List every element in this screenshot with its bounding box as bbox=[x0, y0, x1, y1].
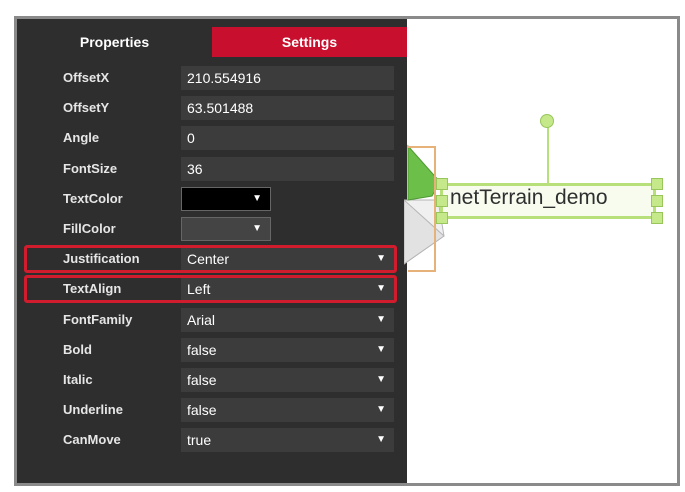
caret-down-icon: ▼ bbox=[376, 283, 386, 295]
property-row-textcolor: TextColor ▼ bbox=[17, 184, 407, 214]
property-row-justification: Justification Center ▼ bbox=[17, 244, 407, 274]
resize-handle-top-left[interactable] bbox=[436, 178, 448, 190]
caret-down-icon: ▼ bbox=[376, 343, 386, 355]
property-row-textalign: TextAlign Left ▼ bbox=[17, 274, 407, 304]
fillcolor-picker[interactable]: ▼ bbox=[181, 217, 271, 241]
property-row-offsety: OffsetY 63.501488 bbox=[17, 93, 407, 123]
property-label: FontSize bbox=[63, 160, 118, 176]
tab-properties[interactable]: Properties bbox=[17, 27, 212, 57]
property-label: FontFamily bbox=[63, 311, 133, 327]
icon-selection-box bbox=[408, 146, 436, 272]
property-value: true bbox=[187, 432, 212, 449]
property-value: 0 bbox=[187, 130, 195, 147]
property-label: OffsetY bbox=[63, 100, 110, 116]
property-row-fillcolor: FillColor ▼ bbox=[17, 214, 407, 244]
app-frame: Properties Settings OffsetX 210.554916 Off… bbox=[14, 16, 680, 486]
node-label-text[interactable]: netTerrain_demo bbox=[450, 186, 608, 210]
property-value: 210.554916 bbox=[187, 70, 261, 86]
fontfamily-select[interactable]: Arial ▼ bbox=[181, 307, 394, 332]
bold-select[interactable]: false ▼ bbox=[181, 337, 394, 362]
property-row-canmove: CanMove true ▼ bbox=[17, 425, 407, 455]
resize-handle-top-right[interactable] bbox=[651, 178, 663, 190]
property-value: false bbox=[187, 402, 217, 419]
property-label: OffsetX bbox=[63, 70, 110, 85]
property-label: Justification bbox=[63, 251, 140, 267]
property-label: TextAlign bbox=[63, 281, 122, 297]
property-label: Italic bbox=[63, 372, 93, 387]
property-label: FillColor bbox=[63, 221, 116, 236]
caret-down-icon: ▼ bbox=[376, 253, 386, 265]
property-row-offsetx: OffsetX 210.554916 bbox=[17, 63, 407, 93]
resize-handle-right[interactable] bbox=[651, 195, 663, 207]
property-label: Bold bbox=[63, 341, 92, 357]
property-row-bold: Bold false ▼ bbox=[17, 335, 407, 365]
resize-handle-bottom-right[interactable] bbox=[651, 212, 663, 224]
rotation-handle-line bbox=[547, 126, 549, 184]
caret-down-icon: ▼ bbox=[376, 404, 386, 416]
justification-select[interactable]: Center ▼ bbox=[181, 247, 394, 272]
property-row-underline: Underline false ▼ bbox=[17, 395, 407, 425]
textcolor-picker[interactable]: ▼ bbox=[181, 186, 271, 211]
property-value: 63.501488 bbox=[187, 100, 254, 117]
property-label: Underline bbox=[63, 402, 123, 418]
property-value: false bbox=[187, 372, 217, 388]
property-value: Left bbox=[187, 281, 211, 298]
resize-handle-bottom-left[interactable] bbox=[436, 212, 448, 224]
textalign-select[interactable]: Left ▼ bbox=[181, 277, 394, 302]
canmove-select[interactable]: true ▼ bbox=[181, 428, 394, 453]
fontsize-input[interactable]: 36 bbox=[181, 156, 394, 181]
property-label: CanMove bbox=[63, 432, 121, 448]
caret-down-icon: ▼ bbox=[376, 434, 386, 446]
property-value: Arial bbox=[187, 311, 216, 328]
angle-input[interactable]: 0 bbox=[181, 126, 394, 151]
property-row-fontfamily: FontFamily Arial ▼ bbox=[17, 305, 407, 335]
tab-settings[interactable]: Settings bbox=[212, 27, 407, 57]
property-label: Angle bbox=[63, 130, 100, 146]
property-value: 36 bbox=[187, 160, 203, 177]
italic-select[interactable]: false ▼ bbox=[181, 368, 394, 392]
resize-handle-left[interactable] bbox=[436, 195, 448, 207]
caret-down-icon: ▼ bbox=[376, 374, 386, 385]
property-row-angle: Angle 0 bbox=[17, 123, 407, 153]
property-value: Center bbox=[187, 251, 230, 268]
offsetx-input[interactable]: 210.554916 bbox=[181, 66, 394, 90]
caret-down-icon: ▼ bbox=[376, 313, 386, 325]
property-row-fontsize: FontSize 36 bbox=[17, 154, 407, 184]
caret-down-icon: ▼ bbox=[252, 223, 262, 234]
offsety-input[interactable]: 63.501488 bbox=[181, 96, 394, 121]
property-row-italic: Italic false ▼ bbox=[17, 365, 407, 395]
properties-panel: Properties Settings OffsetX 210.554916 Off… bbox=[17, 19, 407, 483]
rotation-handle[interactable] bbox=[540, 114, 554, 128]
property-value: false bbox=[187, 341, 217, 358]
property-label: TextColor bbox=[63, 190, 123, 206]
underline-select[interactable]: false ▼ bbox=[181, 398, 394, 423]
caret-down-icon: ▼ bbox=[252, 192, 262, 204]
panel-tabs: Properties Settings bbox=[17, 27, 407, 57]
